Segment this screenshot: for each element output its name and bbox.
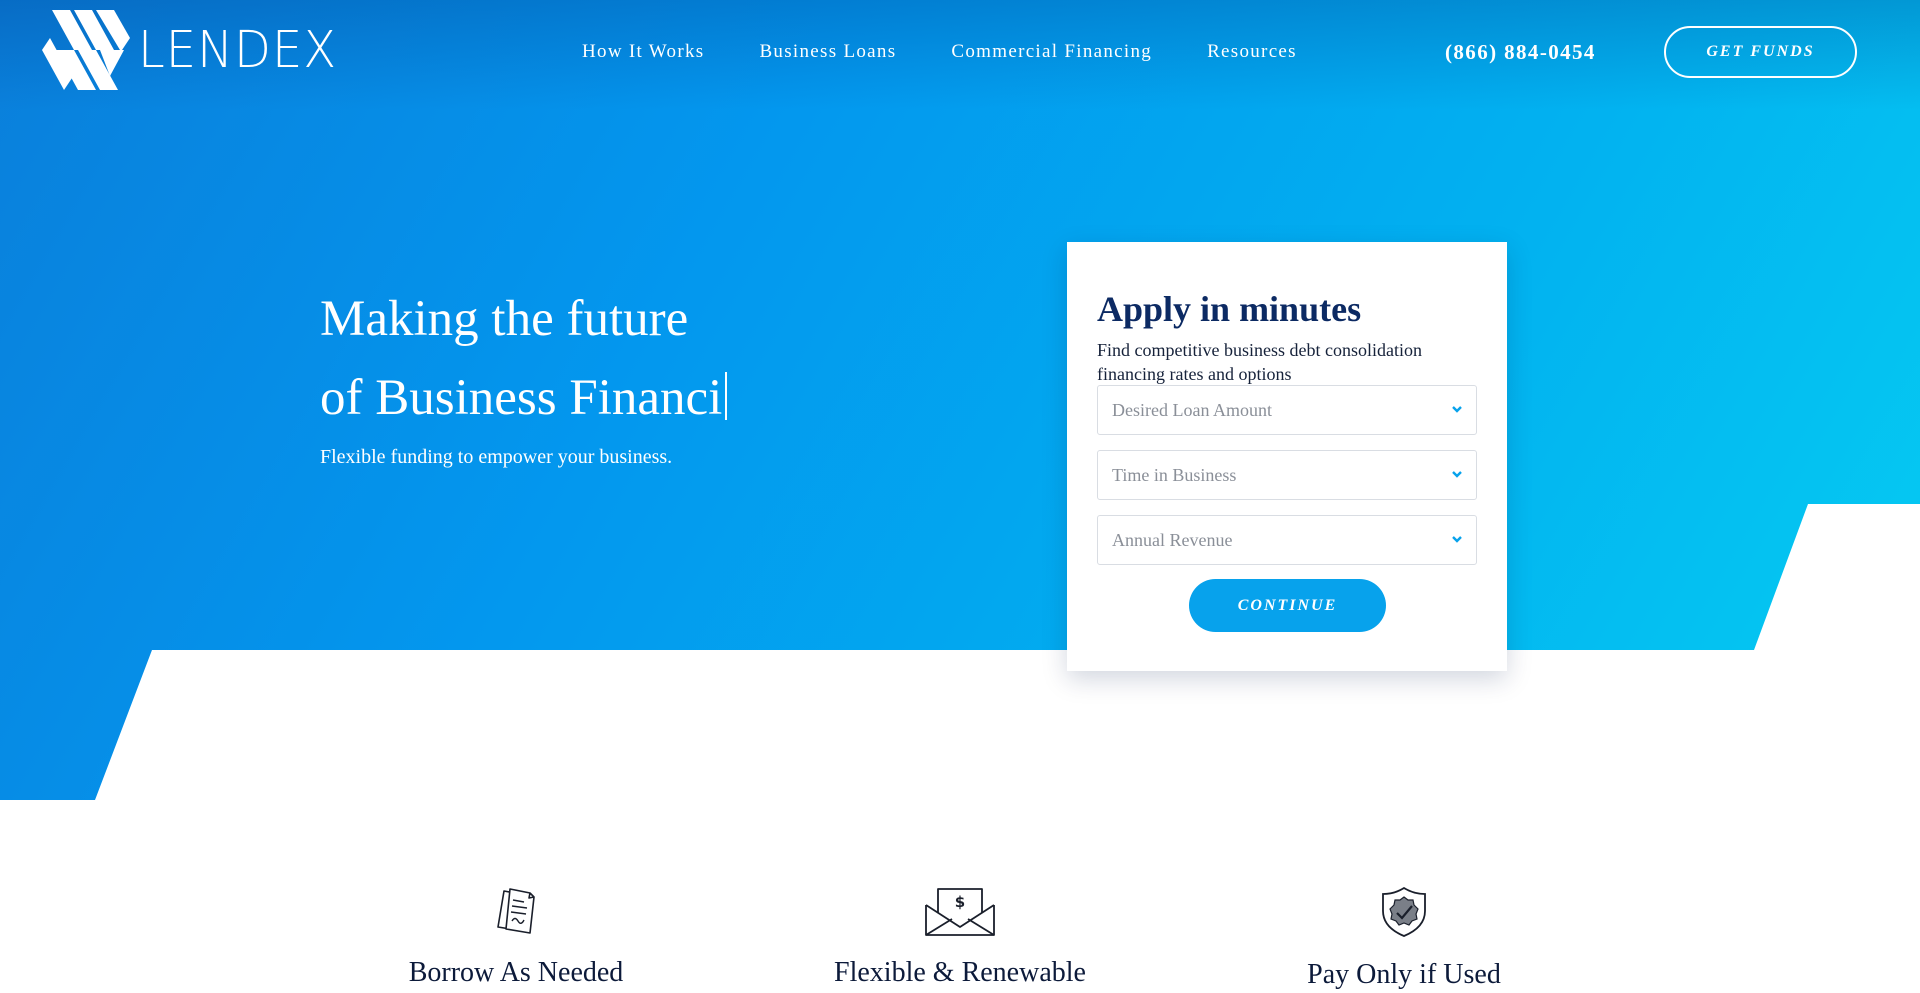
- documents-icon: [497, 888, 535, 934]
- annual-revenue-select[interactable]: Annual Revenue: [1097, 515, 1477, 565]
- hero-background: [0, 0, 1920, 800]
- chevron-down-icon: [1452, 406, 1462, 413]
- hero-headline-line2: of Business Financi: [320, 370, 723, 426]
- feature-flexible-renewable: $ Flexible & Renewable: [780, 885, 1140, 989]
- feature-borrow-as-needed: Borrow As Needed: [336, 885, 696, 989]
- time-in-business-select[interactable]: Time in Business: [1097, 450, 1477, 500]
- apply-form-title: Apply in minutes: [1097, 289, 1362, 329]
- typing-caret: [725, 372, 728, 420]
- hero-headline-line1: Making the future: [320, 291, 689, 347]
- shield-check-icon: [1382, 886, 1426, 937]
- nav-business-loans[interactable]: Business Loans: [759, 41, 896, 63]
- nav-commercial-financing[interactable]: Commercial Financing: [951, 41, 1152, 63]
- nav-resources[interactable]: Resources: [1207, 41, 1297, 63]
- loan-amount-placeholder: Desired Loan Amount: [1112, 399, 1272, 420]
- lendex-mark-icon: [42, 10, 130, 90]
- feature-label: Borrow As Needed: [408, 957, 624, 988]
- chevron-down-icon: [1452, 536, 1462, 543]
- hero-headline: Making the future of Business Financi: [320, 280, 728, 438]
- svg-text:$: $: [955, 893, 965, 911]
- phone-link[interactable]: (866) 884-0454: [1445, 40, 1596, 65]
- loan-amount-select[interactable]: Desired Loan Amount: [1097, 385, 1477, 435]
- hero-subhead: Flexible funding to empower your busines…: [320, 446, 673, 468]
- brand-name: LENDEX: [138, 20, 338, 80]
- feature-pay-only-if-used: Pay Only if Used: [1224, 885, 1584, 991]
- continue-button[interactable]: CONTINUE: [1189, 579, 1386, 632]
- annual-revenue-placeholder: Annual Revenue: [1112, 529, 1233, 550]
- apply-form-card: Apply in minutes Find competitive busine…: [1067, 242, 1507, 671]
- nav-how-it-works[interactable]: How It Works: [582, 41, 704, 63]
- chevron-down-icon: [1452, 471, 1462, 478]
- brand-logo[interactable]: LENDEX: [40, 10, 337, 90]
- time-in-business-placeholder: Time in Business: [1112, 464, 1237, 485]
- main-nav: How It Works Business Loans Commercial F…: [582, 41, 1352, 63]
- money-envelope-icon: $: [925, 888, 995, 936]
- get-funds-button[interactable]: GET FUNDS: [1664, 26, 1857, 78]
- feature-label: Flexible & Renewable: [834, 957, 1086, 988]
- apply-form-description: Find competitive business debt consolida…: [1097, 340, 1422, 384]
- feature-label: Pay Only if Used: [1307, 959, 1501, 990]
